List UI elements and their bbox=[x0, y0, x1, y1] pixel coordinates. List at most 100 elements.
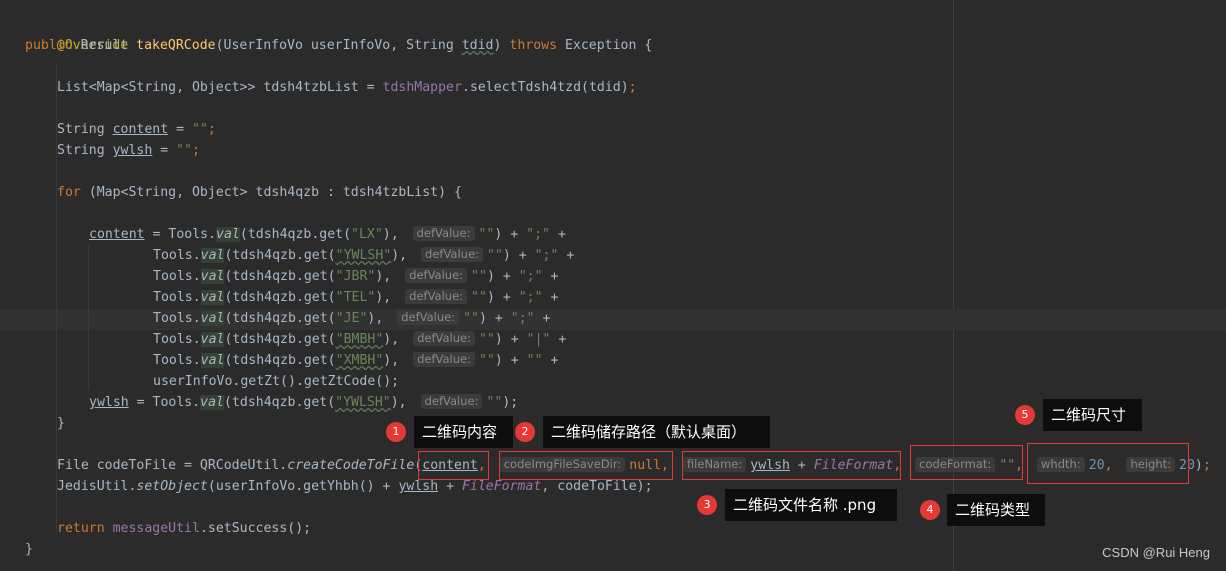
variable: ywlsh bbox=[89, 395, 129, 410]
code-line: Tools.val(tdsh4qzb.get("XMBH"), defValue… bbox=[153, 350, 558, 371]
method-val: val bbox=[200, 290, 225, 305]
call: Tools. bbox=[153, 311, 201, 326]
call: Tools. bbox=[153, 290, 201, 305]
method-val: val bbox=[200, 311, 225, 326]
string: "" bbox=[463, 311, 479, 326]
highlight-box-code-format bbox=[910, 445, 1023, 480]
call: .setSuccess(); bbox=[199, 521, 312, 536]
call: (tdsh4qzb.get( bbox=[224, 248, 336, 263]
method-val: val bbox=[200, 332, 225, 347]
semicolon: ; bbox=[192, 143, 200, 158]
code-line: Tools.val(tdsh4qzb.get("JBR"), defValue:… bbox=[153, 266, 558, 287]
param-hint: defValue: bbox=[405, 268, 468, 283]
method-val: val bbox=[200, 395, 224, 410]
callout-label-size: 二维码尺寸 bbox=[1043, 399, 1142, 431]
operator: + bbox=[558, 248, 575, 263]
string: "YWLSH" bbox=[335, 395, 391, 410]
callout-badge-2: 2 bbox=[515, 422, 535, 442]
string: ";" bbox=[518, 290, 543, 305]
semicolon: ; bbox=[1202, 458, 1211, 473]
highlight-box-size bbox=[1027, 443, 1189, 484]
callout-label-save-dir: 二维码储存路径（默认桌面） bbox=[543, 416, 770, 448]
operator: ) + bbox=[494, 227, 527, 242]
punct: ), bbox=[367, 311, 392, 326]
string: "XMBH" bbox=[335, 353, 384, 368]
type: String bbox=[57, 122, 113, 137]
string: ";" bbox=[526, 227, 550, 242]
method-val: val bbox=[200, 353, 225, 368]
punct: ), bbox=[390, 395, 415, 410]
code-line: } bbox=[57, 413, 65, 434]
string: "" bbox=[471, 290, 487, 305]
operator: ) + bbox=[479, 311, 511, 326]
callout-badge-1: 1 bbox=[386, 422, 406, 442]
param-hint: defValue: bbox=[413, 331, 475, 346]
code-line: List<Map<String, Object>> tdsh4tzbList =… bbox=[57, 77, 637, 98]
field: tdshMapper bbox=[382, 80, 462, 95]
string: "JE" bbox=[335, 311, 368, 326]
code-line: public Result takeQRCode(UserInfoVo user… bbox=[25, 35, 652, 56]
static-method: setObject bbox=[136, 479, 208, 494]
indent-guide bbox=[88, 245, 89, 390]
code-editor[interactable]: @Override public Result takeQRCode(UserI… bbox=[0, 0, 1226, 571]
method-val: val bbox=[200, 269, 225, 284]
code-line: for (Map<String, Object> tdsh4qzb : tdsh… bbox=[57, 182, 462, 203]
operator: = bbox=[168, 122, 192, 137]
call: Tools. bbox=[153, 269, 201, 284]
params: (UserInfoVo userInfoVo, String bbox=[215, 38, 462, 53]
string: "" bbox=[526, 353, 543, 368]
static-field: FileFormat bbox=[461, 479, 542, 494]
keyword: return bbox=[57, 521, 105, 536]
highlight-box-save-dir bbox=[499, 451, 673, 480]
string: "" bbox=[191, 122, 208, 137]
param-hint: defValue: bbox=[420, 394, 483, 409]
callout-label-content: 二维码内容 bbox=[414, 416, 513, 448]
highlight-box-file-name bbox=[682, 451, 901, 480]
call: Tools. bbox=[153, 332, 201, 347]
semicolon: ; bbox=[628, 80, 637, 95]
operator: = bbox=[144, 227, 169, 242]
call: userInfoVo.getZt().getZtCode(); bbox=[153, 374, 400, 389]
punct: ), bbox=[382, 227, 407, 242]
call: Tools. bbox=[153, 248, 201, 263]
string: "YWLSH" bbox=[335, 248, 392, 263]
code-line: String content = ""; bbox=[57, 119, 216, 140]
static-method: createCodeToFile bbox=[287, 458, 415, 473]
declaration: File codeToFile = QRCodeUtil. bbox=[57, 458, 288, 473]
brace: } bbox=[57, 416, 65, 431]
param-hint: defValue: bbox=[421, 247, 483, 262]
string: "" bbox=[486, 248, 503, 263]
call: (tdsh4qzb.get( bbox=[224, 311, 336, 326]
string: ";" bbox=[518, 269, 543, 284]
args: , codeToFile); bbox=[541, 479, 653, 494]
args: (userInfoVo.getYhbh() + bbox=[207, 479, 399, 494]
param-tdid: tdid bbox=[461, 38, 494, 53]
operator: ) + bbox=[502, 248, 535, 263]
string: "" bbox=[486, 395, 503, 410]
param-hint: defValue: bbox=[412, 226, 475, 241]
paren: ) bbox=[493, 38, 510, 53]
operator: = bbox=[152, 143, 177, 158]
call: (tdsh4qzb.get( bbox=[224, 353, 336, 368]
operator: ) + bbox=[494, 353, 527, 368]
code-line: String ywlsh = ""; bbox=[57, 140, 200, 161]
callout-label-file-name: 二维码文件名称 .png bbox=[725, 489, 897, 521]
punct: ), bbox=[383, 353, 408, 368]
call: (tdsh4qzb.get( bbox=[224, 290, 336, 305]
code-line: Tools.val(tdsh4qzb.get("TEL"), defValue:… bbox=[153, 287, 558, 308]
string: "LX" bbox=[351, 227, 383, 242]
code-line: Tools.val(tdsh4qzb.get("YWLSH"), defValu… bbox=[153, 245, 574, 266]
string: "" bbox=[471, 269, 487, 284]
code-line: ywlsh = Tools.val(tdsh4qzb.get("YWLSH"),… bbox=[89, 392, 518, 413]
punct: ), bbox=[375, 269, 400, 284]
string: "BMBH" bbox=[335, 332, 384, 347]
call: (tdsh4qzb.get( bbox=[224, 395, 336, 410]
method-val: val bbox=[216, 227, 240, 242]
punct: ), bbox=[383, 332, 408, 347]
punct: ), bbox=[375, 290, 400, 305]
punct: ), bbox=[391, 248, 416, 263]
operator: + bbox=[542, 290, 559, 305]
call: Tools. bbox=[152, 395, 201, 410]
code-line: content = Tools.val(tdsh4qzb.get("LX"), … bbox=[89, 224, 566, 245]
